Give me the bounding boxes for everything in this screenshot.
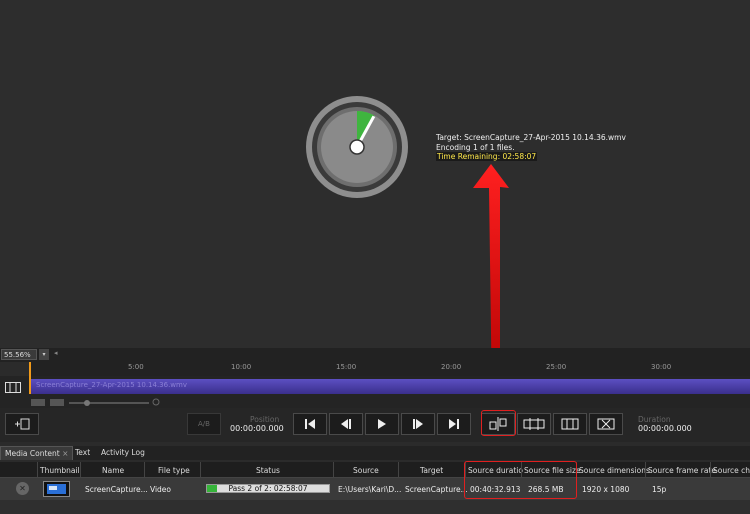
next-frame-button[interactable] bbox=[401, 413, 435, 435]
ab-compare-button[interactable]: A/B bbox=[187, 413, 221, 435]
column-header[interactable]: Thumbnail bbox=[40, 466, 80, 475]
go-to-start-button[interactable] bbox=[293, 413, 327, 435]
column-header[interactable]: Source dimensions bbox=[579, 466, 650, 475]
ruler-tick: 15:00 bbox=[336, 363, 357, 371]
play-icon bbox=[378, 419, 386, 429]
track-zoom-slider[interactable] bbox=[31, 398, 171, 408]
video-thumbnail-icon bbox=[47, 484, 66, 494]
trim-icon bbox=[523, 418, 545, 430]
skip-start-icon bbox=[305, 419, 315, 429]
table-empty-area bbox=[0, 500, 750, 514]
column-divider bbox=[144, 462, 145, 477]
chevron-down-icon[interactable]: ▾ bbox=[39, 349, 49, 360]
thumbnail-image bbox=[43, 481, 70, 497]
column-divider bbox=[37, 462, 38, 477]
column-header[interactable]: Name bbox=[102, 466, 124, 475]
duration-value: 00:00:00.000 bbox=[638, 424, 692, 433]
previous-frame-button[interactable] bbox=[329, 413, 363, 435]
tab-text[interactable]: Text bbox=[71, 446, 94, 460]
tab-media-content[interactable]: Media Content × bbox=[0, 446, 74, 460]
zoom-bar bbox=[0, 348, 750, 362]
column-header[interactable]: Status bbox=[256, 466, 280, 475]
cell-name: ScreenCapture... bbox=[85, 485, 148, 494]
step-back-icon bbox=[341, 419, 351, 429]
duration-label: Duration bbox=[638, 415, 671, 424]
remove-item-button[interactable]: ✕ bbox=[16, 482, 29, 495]
delete-segment-icon bbox=[597, 418, 615, 430]
clip-label: ScreenCapture_27-Apr-2015 10.14.36.wmv bbox=[36, 381, 187, 389]
cell-source-frame-rate: 15p bbox=[652, 485, 667, 494]
remove-segment-button[interactable] bbox=[589, 413, 623, 435]
timeline-ruler[interactable]: 5:00 10:00 15:00 20:00 25:00 30:00 bbox=[29, 362, 750, 377]
column-header[interactable]: Source cha bbox=[713, 466, 750, 475]
column-divider bbox=[80, 462, 81, 477]
cell-target: ScreenCapture... bbox=[405, 485, 468, 494]
column-header[interactable]: Source bbox=[353, 466, 379, 475]
column-divider bbox=[333, 462, 334, 477]
column-divider bbox=[710, 462, 711, 477]
cell-source-dimensions: 1920 x 1080 bbox=[582, 485, 630, 494]
play-button[interactable] bbox=[365, 413, 399, 435]
go-to-end-button[interactable] bbox=[437, 413, 471, 435]
clip-view-button[interactable] bbox=[553, 413, 587, 435]
cell-source: E:\Users\Kari\D... bbox=[338, 485, 402, 494]
scroll-left-icon[interactable]: ◂ bbox=[54, 349, 58, 357]
column-header[interactable]: Target bbox=[420, 466, 443, 475]
column-header[interactable]: File type bbox=[158, 466, 190, 475]
column-divider bbox=[398, 462, 399, 477]
column-divider bbox=[645, 462, 646, 477]
ruler-tick: 25:00 bbox=[546, 363, 567, 371]
ruler-tick: 30:00 bbox=[651, 363, 672, 371]
highlight-box bbox=[481, 410, 516, 436]
tab-activity-log[interactable]: Activity Log bbox=[97, 446, 149, 460]
add-marker-icon bbox=[15, 418, 30, 430]
skip-end-icon bbox=[449, 419, 459, 429]
column-header[interactable]: Source frame rate bbox=[648, 466, 716, 475]
tab-label: Media Content bbox=[5, 449, 60, 458]
cell-file-type: Video bbox=[150, 485, 172, 494]
film-track-icon bbox=[5, 382, 21, 393]
ruler-tick: 20:00 bbox=[441, 363, 462, 371]
ruler-tick: 5:00 bbox=[128, 363, 144, 371]
zoom-select[interactable]: 55.56% bbox=[1, 349, 37, 360]
position-value: 00:00:00.000 bbox=[230, 424, 284, 433]
close-icon[interactable]: × bbox=[62, 449, 68, 458]
filmstrip-icon bbox=[561, 418, 579, 430]
step-forward-icon bbox=[413, 419, 423, 429]
ruler-tick: 10:00 bbox=[231, 363, 252, 371]
playhead[interactable] bbox=[29, 362, 31, 394]
position-label: Position bbox=[250, 415, 280, 424]
highlight-box bbox=[464, 461, 577, 499]
cell-status: Pass 2 of 2: 02:58:07 bbox=[228, 484, 308, 493]
trim-button[interactable] bbox=[517, 413, 551, 435]
column-divider bbox=[200, 462, 201, 477]
add-marker-button[interactable] bbox=[5, 413, 39, 435]
